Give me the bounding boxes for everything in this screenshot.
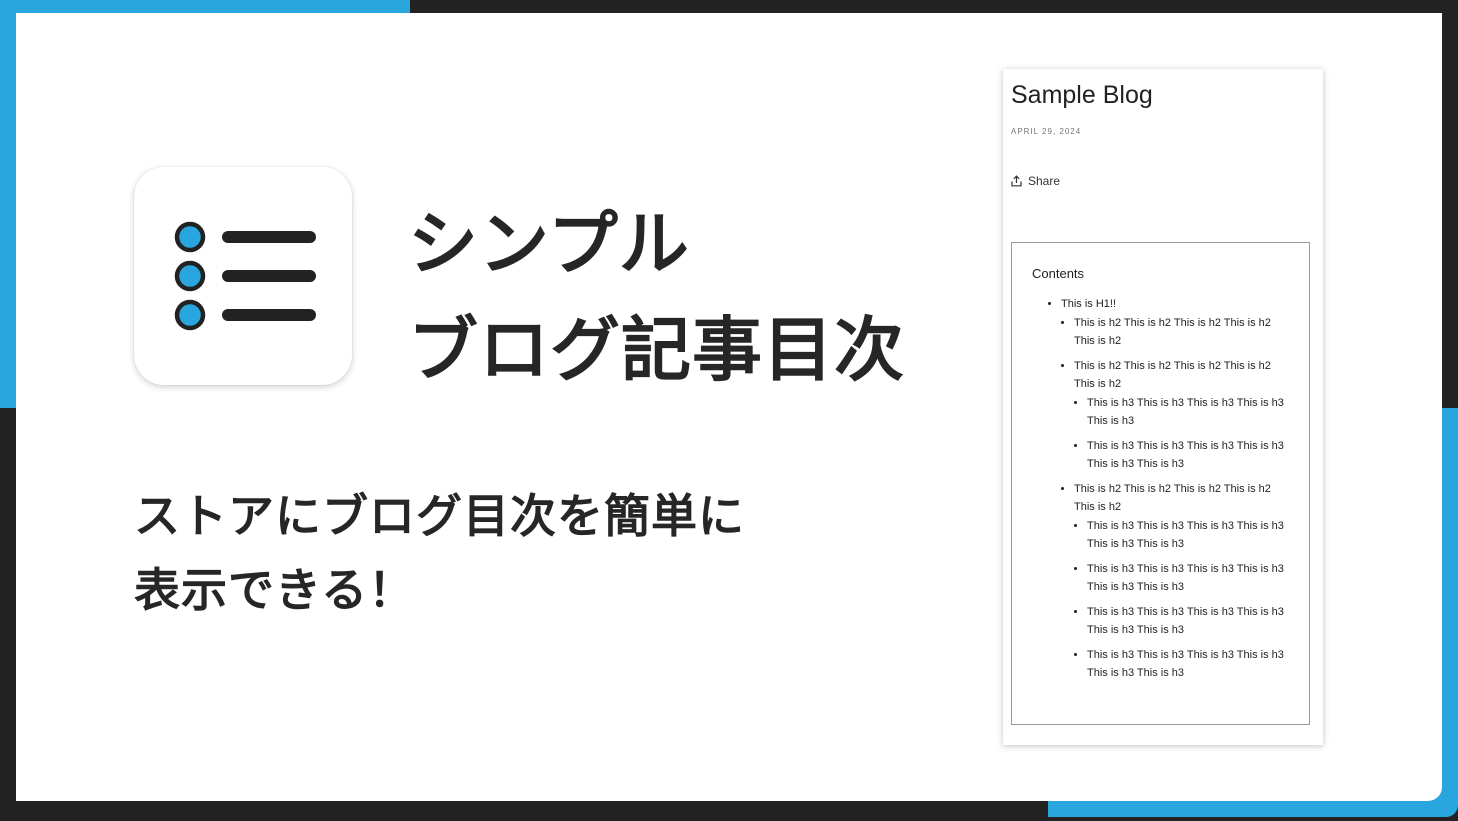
blog-preview-card: Sample Blog APRIL 29, 2024 Share Content… (1003, 69, 1323, 745)
headline-line-2: ブログ記事目次 (408, 309, 905, 391)
toc-item-h2[interactable]: This is h2 This is h2 This is h2 This is… (1074, 314, 1293, 351)
share-label: Share (1028, 174, 1061, 188)
share-icon (1011, 175, 1022, 187)
headline: シンプル ブログ記事目次 (408, 191, 905, 403)
subheadline: ストアにブログ目次を簡単に 表示できる！ (134, 479, 745, 627)
toc-heading: Contents (1032, 266, 1085, 281)
toc-item-h3[interactable]: This is h3 This is h3 This is h3 This is… (1087, 646, 1293, 683)
subheadline-line-2: 表示できる！ (134, 563, 416, 617)
toc-item-h3[interactable]: This is h3 This is h3 This is h3 This is… (1087, 517, 1293, 554)
toc-item-h3[interactable]: This is h3 This is h3 This is h3 This is… (1087, 603, 1293, 640)
banner-canvas: シンプル ブログ記事目次 ストアにブログ目次を簡単に 表示できる！ Sample… (16, 13, 1442, 801)
toc-item-h3[interactable]: This is h3 This is h3 This is h3 This is… (1087, 437, 1293, 474)
toc-link-h3[interactable]: This is h3 This is h3 This is h3 This is… (1087, 606, 1284, 637)
toc-item-h2[interactable]: This is h2 This is h2 This is h2 This is… (1074, 357, 1293, 474)
toc-item-h3[interactable]: This is h3 This is h3 This is h3 This is… (1087, 560, 1293, 597)
blog-title: Sample Blog (1011, 81, 1153, 109)
toc-item-h2[interactable]: This is h2 This is h2 This is h2 This is… (1074, 480, 1293, 683)
toc-link-h3[interactable]: This is h3 This is h3 This is h3 This is… (1087, 563, 1284, 594)
app-icon (134, 167, 352, 385)
toc-list: This is H1!! This is h2 This is h2 This … (1048, 295, 1293, 690)
toc-link-h2[interactable]: This is h2 This is h2 This is h2 This is… (1074, 317, 1271, 348)
toc-link-h3[interactable]: This is h3 This is h3 This is h3 This is… (1087, 649, 1284, 680)
share-button[interactable]: Share (1011, 174, 1060, 188)
toc-item-h1[interactable]: This is H1!! This is h2 This is h2 This … (1061, 295, 1293, 683)
toc-item-h3[interactable]: This is h3 This is h3 This is h3 This is… (1087, 394, 1293, 431)
subheadline-line-1: ストアにブログ目次を簡単に (134, 489, 745, 543)
list-icon (174, 221, 316, 331)
toc-link-h2[interactable]: This is h2 This is h2 This is h2 This is… (1074, 483, 1271, 514)
toc-link-h3[interactable]: This is h3 This is h3 This is h3 This is… (1087, 440, 1284, 471)
toc-link-h1[interactable]: This is H1!! (1061, 298, 1116, 310)
toc-link-h2[interactable]: This is h2 This is h2 This is h2 This is… (1074, 360, 1271, 391)
toc-link-h3[interactable]: This is h3 This is h3 This is h3 This is… (1087, 520, 1284, 551)
toc-link-h3[interactable]: This is h3 This is h3 This is h3 This is… (1087, 397, 1284, 428)
table-of-contents: Contents This is H1!! This is h2 This is… (1011, 242, 1310, 725)
headline-line-1: シンプル (408, 203, 690, 285)
blog-date: APRIL 29, 2024 (1011, 127, 1082, 136)
